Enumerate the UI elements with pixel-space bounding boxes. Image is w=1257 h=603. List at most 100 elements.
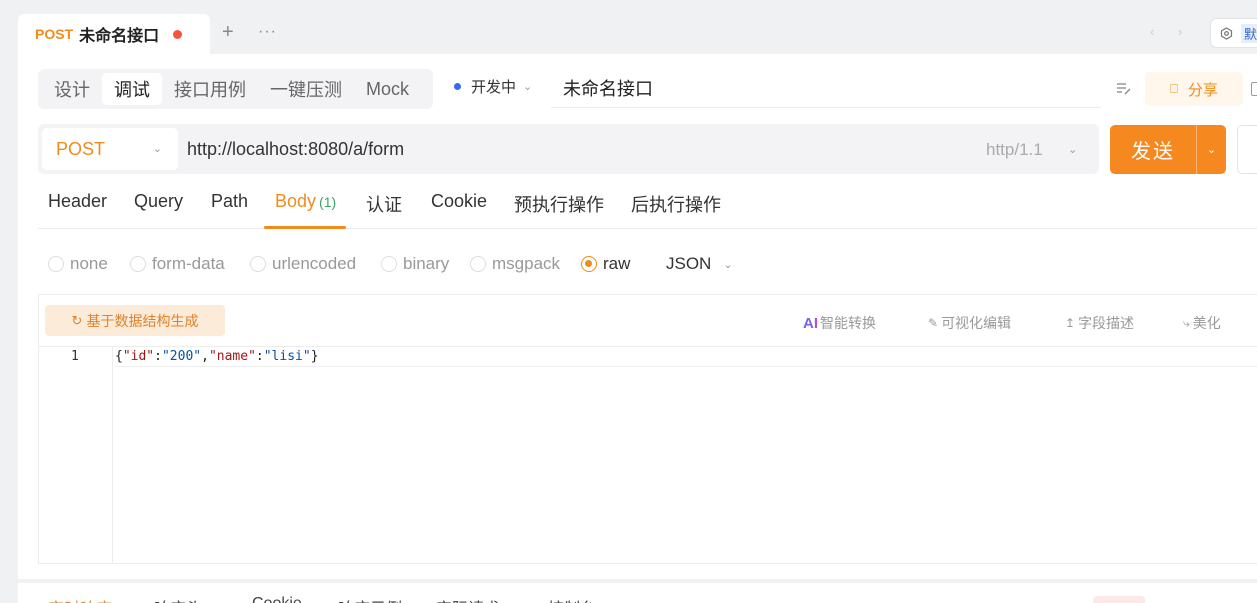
tab-response-examples[interactable]: 响应示例 <box>338 595 402 603</box>
tab-auth[interactable]: 认证 <box>366 191 402 217</box>
tab-post-request[interactable]: 后执行操作 <box>631 191 721 217</box>
chevron-down-icon: ⌄ <box>523 81 533 93</box>
method-select[interactable]: POST ⌄ <box>42 128 178 170</box>
status-label: 开发中 <box>471 79 517 96</box>
radio-none[interactable]: none <box>48 254 108 274</box>
tab-query[interactable]: Query <box>134 191 183 212</box>
tab-response-headers[interactable]: 响应头 <box>154 595 202 603</box>
code-token: : <box>154 349 162 364</box>
chevron-down-icon: ⌄ <box>723 258 733 271</box>
radio-msgpack[interactable]: msgpack <box>470 254 560 274</box>
code-token: , <box>201 349 209 364</box>
radio-label: form-data <box>152 254 225 273</box>
tab-realtime-response[interactable]: 实时响应 <box>48 595 112 603</box>
raw-format-label: JSON <box>666 254 712 273</box>
protocol-select[interactable]: http/1.1 <box>986 140 1043 160</box>
beautify-label: 美化 <box>1192 315 1221 331</box>
generate-from-schema-button[interactable]: ↻ 基于数据结构生成 <box>45 305 225 336</box>
edit-description-icon[interactable] <box>1116 82 1132 96</box>
code-token: "lisi" <box>263 349 311 364</box>
send-options-chevron-icon[interactable]: ⌄ <box>1197 143 1226 156</box>
radio-icon <box>130 256 146 272</box>
tab-pre-request[interactable]: 预执行操作 <box>514 191 604 217</box>
chevron-down-icon: ⌄ <box>152 143 162 155</box>
radio-form-data[interactable]: form-data <box>130 254 225 274</box>
url-bar: POST ⌄ http://localhost:8080/a/form http… <box>38 124 1099 174</box>
refresh-icon: ↻ <box>71 312 83 328</box>
tab-design[interactable]: 设计 <box>42 73 102 105</box>
radio-icon <box>48 256 64 272</box>
status-badge <box>1093 596 1145 603</box>
tab-load-test[interactable]: 一键压测 <box>258 73 354 105</box>
edit-icon: ✎ <box>928 316 939 330</box>
tab-console[interactable]: 控制台 <box>548 595 596 603</box>
tab-bar: POST 未命名接口 + ··· ‹ › 默 <box>0 0 1257 54</box>
beautify-button[interactable]: ⤷ 美化 <box>1183 313 1221 333</box>
tab-mock[interactable]: Mock <box>354 73 421 105</box>
unsaved-dot-icon <box>173 29 183 39</box>
url-input[interactable]: http://localhost:8080/a/form <box>187 139 404 160</box>
share-button[interactable]: ⎕ 分享 <box>1145 72 1243 106</box>
radio-label: msgpack <box>492 254 561 273</box>
body-count-badge: (1) <box>319 194 337 210</box>
code-token: "name" <box>208 349 256 364</box>
line-number: 1 <box>71 349 79 364</box>
more-actions-icon[interactable] <box>1251 82 1257 96</box>
tab-header[interactable]: Header <box>48 191 107 212</box>
field-description-label: 字段描述 <box>1078 315 1135 331</box>
tab-response-cookie[interactable]: Cookie <box>252 595 302 603</box>
tab-path[interactable]: Path <box>211 191 248 212</box>
param-tabs: Header Query Path Body (1) 认证 Cookie 预执行操… <box>38 186 1257 229</box>
request-editor-panel: 设计 调试 接口用例 一键压测 Mock 开发中 ⌄ 未命名接口 ⎕ 分享 PO… <box>18 54 1257 579</box>
method-label: POST <box>56 138 106 159</box>
code-token: : <box>255 349 264 364</box>
tab-body[interactable]: Body (1) <box>275 191 336 212</box>
environment-icon <box>1220 26 1233 40</box>
radio-icon <box>381 256 397 272</box>
visual-edit-label: 可视化编辑 <box>941 315 1012 331</box>
ai-convert-button[interactable]: AI 智能转换 <box>803 313 876 333</box>
generate-label: 基于数据结构生成 <box>86 312 199 329</box>
radio-binary[interactable]: binary <box>381 254 449 274</box>
radio-label: none <box>70 254 108 273</box>
response-panel: 实时响应 响应头 Cookie 响应示例 实际请求 控制台 <box>18 583 1257 603</box>
more-tabs-icon[interactable]: ··· <box>258 22 277 42</box>
visual-edit-button[interactable]: ✎ 可视化编辑 <box>928 313 1011 333</box>
app-window: POST 未命名接口 + ··· ‹ › 默 设计 调试 接口用例 一键压测 M… <box>0 0 1257 603</box>
radio-urlencoded[interactable]: urlencoded <box>250 254 356 274</box>
send-button[interactable]: 发送 ⌄ <box>1110 125 1226 174</box>
radio-icon <box>250 256 266 272</box>
save-button[interactable] <box>1237 125 1257 174</box>
share-label: 分享 <box>1187 81 1218 99</box>
radio-icon <box>470 256 486 272</box>
code-editor-text[interactable]: {"id":"200","name":"lisi"} <box>115 349 319 364</box>
tab-test-cases[interactable]: 接口用例 <box>162 73 258 105</box>
code-token: "id" <box>122 349 155 364</box>
environment-selector[interactable]: 默 <box>1210 18 1257 48</box>
code-token: { <box>115 349 123 364</box>
chevron-right-icon[interactable]: › <box>1178 24 1182 39</box>
tab-body-label: Body <box>275 191 317 211</box>
tab-actual-request[interactable]: 实际请求 <box>436 595 500 603</box>
radio-selected-icon <box>581 256 597 272</box>
environment-label: 默 <box>1241 23 1257 43</box>
request-tab[interactable]: POST 未命名接口 <box>18 14 210 54</box>
radio-raw[interactable]: raw <box>581 254 630 274</box>
tab-debug[interactable]: 调试 <box>102 73 162 105</box>
raw-format-select[interactable]: JSON ⌄ <box>666 254 733 274</box>
status-dot-icon <box>454 83 461 90</box>
chevron-down-icon: ⌄ <box>1068 144 1078 156</box>
radio-label: raw <box>603 254 631 273</box>
radio-label: urlencoded <box>272 254 357 273</box>
chevron-left-icon[interactable]: ‹ <box>1150 24 1154 39</box>
tab-cookie[interactable]: Cookie <box>431 191 487 212</box>
radio-label: binary <box>403 254 450 273</box>
magic-wand-icon: ⤷ <box>1183 315 1190 330</box>
ai-convert-label: 智能转换 <box>820 315 876 331</box>
share-icon: ⎕ <box>1170 81 1178 96</box>
add-tab-icon[interactable]: + <box>222 22 234 42</box>
field-description-button[interactable]: ↥ 字段描述 <box>1065 313 1134 333</box>
api-name-input[interactable]: 未命名接口 <box>551 68 1101 108</box>
status-selector[interactable]: 开发中 ⌄ <box>454 76 532 97</box>
body-editor: ↻ 基于数据结构生成 AI 智能转换 ✎ 可视化编辑 ↥ 字段描述 ⤷ 美化 1… <box>38 294 1257 564</box>
